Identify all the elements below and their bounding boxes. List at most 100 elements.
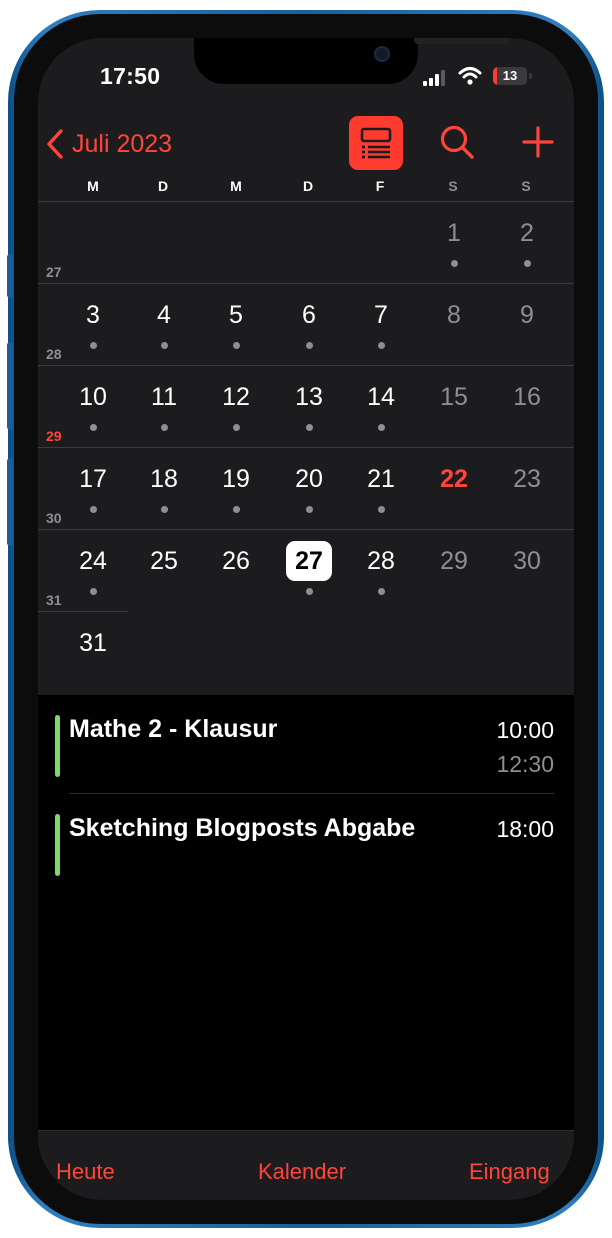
event-indicator-dot	[160, 342, 168, 349]
tab-inbox[interactable]: Eingang	[469, 1159, 550, 1185]
day-cell[interactable]: 3	[70, 295, 116, 335]
day-cell[interactable]: 4	[141, 295, 187, 335]
day-cell[interactable]: 15	[431, 377, 477, 417]
battery-tip	[529, 73, 532, 79]
month-grid: 1 2 27 3 4 5 6 7 8 9 28 10 11 12 13 14 15 16 29 17 18 19 20 21 2…	[38, 202, 574, 695]
week-separator	[38, 447, 574, 448]
event-indicator-dot	[377, 424, 385, 431]
mute-switch	[7, 254, 13, 298]
day-cell[interactable]: 10	[70, 377, 116, 417]
weekday-header: M D M D F S S	[38, 176, 574, 202]
event-indicator-dot	[305, 588, 313, 595]
day-cell[interactable]: 1	[431, 213, 477, 253]
week-separator	[38, 529, 574, 530]
event-indicator-dot	[305, 506, 313, 513]
day-cell[interactable]: 6	[286, 295, 332, 335]
day-cell[interactable]: 14	[358, 377, 404, 417]
event-indicator-dot	[232, 424, 240, 431]
tab-bar: Heute Kalender Eingang	[38, 1130, 574, 1200]
event-indicator-dot	[377, 342, 385, 349]
event-indicator-dot	[89, 506, 97, 513]
day-cell[interactable]: 7	[358, 295, 404, 335]
front-camera	[374, 46, 390, 62]
day-cell[interactable]: 28	[358, 541, 404, 581]
volume-down-button	[7, 458, 13, 546]
search-icon[interactable]	[437, 122, 477, 162]
notch	[194, 38, 510, 84]
event-indicator-dot	[377, 506, 385, 513]
day-cell[interactable]: 21	[358, 459, 404, 499]
day-cell[interactable]: 12	[213, 377, 259, 417]
week-separator	[38, 611, 128, 612]
weekday-label: D	[302, 178, 314, 194]
day-cell[interactable]: 27	[286, 541, 332, 581]
event-indicator-dot	[89, 588, 97, 595]
week-number: 27	[46, 264, 62, 280]
day-cell[interactable]: 19	[213, 459, 259, 499]
week-number: 29	[46, 428, 62, 444]
list-view-icon	[360, 127, 392, 159]
week-separator	[38, 365, 574, 366]
tab-calendars[interactable]: Kalender	[258, 1159, 346, 1185]
day-cell[interactable]: 22	[431, 459, 477, 499]
event-start-time: 18:00	[496, 816, 554, 842]
day-cell[interactable]: 8	[431, 295, 477, 335]
event-title: Mathe 2 - Klausur	[69, 715, 278, 743]
weekday-label: D	[157, 178, 169, 194]
event-start-time: 10:00	[496, 717, 554, 743]
volume-up-button	[7, 342, 13, 430]
event-indicator-dot	[305, 424, 313, 431]
calendar-color-bar	[55, 715, 60, 777]
event-end-time: 12:30	[496, 751, 554, 777]
day-cell[interactable]: 18	[141, 459, 187, 499]
status-time: 17:50	[100, 63, 161, 89]
week-separator	[38, 283, 574, 284]
weekday-label: F	[375, 178, 385, 194]
day-cell[interactable]: 30	[504, 541, 550, 581]
event-indicator-dot	[450, 260, 458, 267]
cellular-signal-icon	[423, 70, 449, 86]
nav-bar: Juli 2023	[38, 112, 574, 176]
screen: 17:50 13 Juli 2023 M D M D F S S 1 2 27 …	[38, 38, 574, 1200]
day-cell[interactable]: 29	[431, 541, 477, 581]
plus-icon[interactable]	[518, 122, 558, 162]
back-button[interactable]: Juli 2023	[44, 126, 172, 162]
week-number: 30	[46, 510, 62, 526]
day-cell[interactable]: 24	[70, 541, 116, 581]
event-item[interactable]: Sketching Blogposts Abgabe 18:00	[38, 794, 574, 884]
day-cell[interactable]: 23	[504, 459, 550, 499]
tab-today[interactable]: Heute	[56, 1159, 115, 1185]
event-item[interactable]: Mathe 2 - Klausur 10:00 12:30	[38, 695, 574, 785]
day-cell[interactable]: 13	[286, 377, 332, 417]
speaker-grille	[414, 38, 510, 44]
event-indicator-dot	[89, 342, 97, 349]
day-cell[interactable]: 26	[213, 541, 259, 581]
event-indicator-dot	[232, 506, 240, 513]
day-cell[interactable]: 9	[504, 295, 550, 335]
event-indicator-dot	[160, 424, 168, 431]
weekday-label: M	[230, 178, 242, 194]
weekday-label: S	[448, 178, 458, 194]
weekday-label: S	[521, 178, 531, 194]
list-view-button[interactable]	[349, 116, 403, 170]
event-indicator-dot	[160, 506, 168, 513]
calendar-color-bar	[55, 814, 60, 876]
week-number: 28	[46, 346, 62, 362]
day-cell[interactable]: 5	[213, 295, 259, 335]
month-label: Juli 2023	[72, 129, 173, 158]
event-indicator-dot	[523, 260, 531, 267]
day-cell[interactable]: 25	[141, 541, 187, 581]
day-cell[interactable]: 31	[70, 623, 116, 663]
event-list: Mathe 2 - Klausur 10:00 12:30 Sketching …	[38, 695, 574, 1130]
event-indicator-dot	[89, 424, 97, 431]
day-cell[interactable]: 2	[504, 213, 550, 253]
day-cell[interactable]: 11	[141, 377, 187, 417]
chevron-left-icon	[47, 129, 63, 159]
event-indicator-dot	[305, 342, 313, 349]
week-number: 31	[46, 592, 62, 608]
day-cell[interactable]: 16	[504, 377, 550, 417]
event-indicator-dot	[377, 588, 385, 595]
day-cell[interactable]: 17	[70, 459, 116, 499]
day-cell[interactable]: 20	[286, 459, 332, 499]
battery-icon: 13	[493, 67, 527, 85]
